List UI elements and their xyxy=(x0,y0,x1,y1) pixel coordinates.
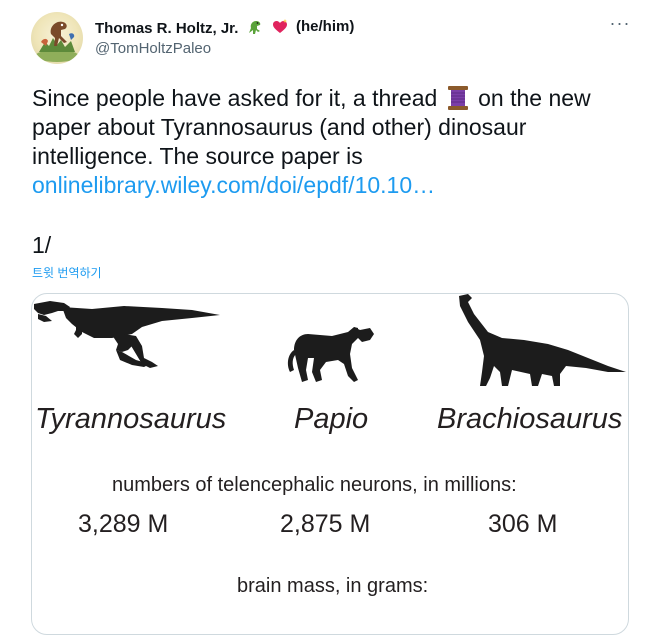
avatar-illustration xyxy=(35,21,79,62)
tyrannosaurus-silhouette xyxy=(34,301,220,368)
tweet-text-part1: Since people have asked for it, a thread xyxy=(32,85,438,111)
thread-spool-emoji xyxy=(446,85,470,111)
brachiosaurus-silhouette xyxy=(459,294,626,386)
neuron-value-brachiosaurus: 306 M xyxy=(488,510,558,538)
neuron-value-tyrannosaurus: 3,289 M xyxy=(78,510,169,538)
author-handle[interactable]: @TomHoltzPaleo xyxy=(95,40,211,57)
thread-number: 1/ xyxy=(32,232,52,258)
author-pronouns: (he/him) xyxy=(296,18,355,35)
author-name-text: Thomas R. Holtz, Jr. xyxy=(95,20,239,37)
tweet-image[interactable]: Tyrannosaurus Papio Brachiosaurus number… xyxy=(31,293,629,635)
brain-mass-heading: brain mass, in grams: xyxy=(237,575,429,597)
baboon-silhouette xyxy=(287,327,374,382)
species-label-papio: Papio xyxy=(294,403,369,435)
tweet-text: Since people have asked for it, a thread… xyxy=(32,84,632,200)
paper-link[interactable]: onlinelibrary.wiley.com/doi/epdf/10.10… xyxy=(32,172,435,198)
author-name[interactable]: Thomas R. Holtz, Jr. xyxy=(95,18,289,40)
species-label-brachiosaurus: Brachiosaurus xyxy=(437,403,623,435)
species-label-tyrannosaurus: Tyrannosaurus xyxy=(35,403,227,435)
translate-tweet-link[interactable]: 트윗 번역하기 xyxy=(32,264,102,281)
t-rex-emoji xyxy=(246,18,264,40)
sparkling-heart-emoji xyxy=(271,18,289,40)
tweet: Thomas R. Holtz, Jr. (he/him) @TomHoltzP… xyxy=(0,0,658,635)
more-options-button[interactable]: ··· xyxy=(605,14,635,38)
avatar[interactable] xyxy=(31,12,83,64)
neurons-heading: numbers of telencephalic neurons, in mil… xyxy=(112,474,517,496)
neuron-value-papio: 2,875 M xyxy=(280,510,371,538)
